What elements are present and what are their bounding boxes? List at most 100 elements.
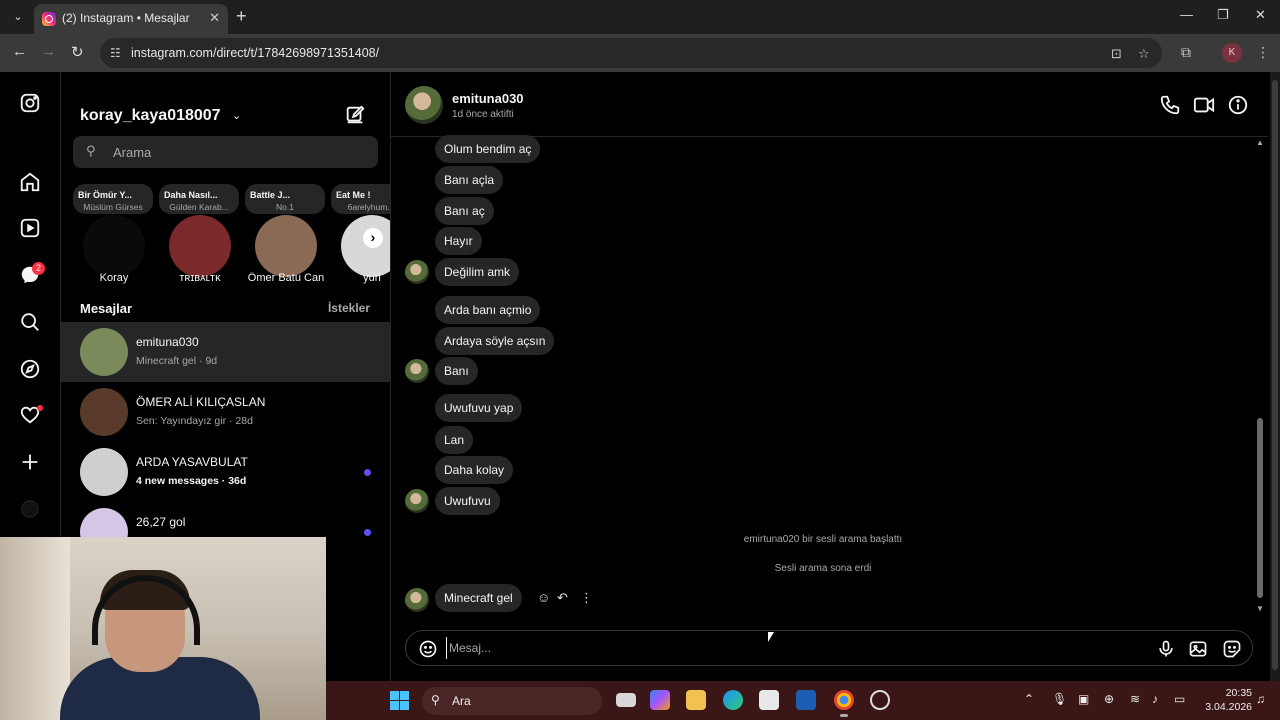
more-options-icon[interactable]: ⋮ — [580, 590, 593, 606]
explore-compass-icon[interactable] — [19, 358, 41, 380]
mic-tray-icon[interactable]: 🎙︎ — [1052, 692, 1067, 706]
note-artist: Gülden Karab... — [169, 202, 229, 212]
message-bubble[interactable]: Lan — [435, 426, 474, 454]
tray-chevron-icon[interactable]: ⌃ — [1024, 692, 1034, 706]
message-avatar[interactable] — [405, 359, 429, 383]
requests-link[interactable]: İstekler — [328, 301, 370, 315]
chevron-right-icon[interactable]: › — [363, 228, 383, 248]
search-icon[interactable] — [19, 311, 41, 333]
sticker-icon[interactable] — [1222, 639, 1242, 659]
conversation-item[interactable]: ÖMER ALİ KILIÇASLAN Sen: Yayındayız gir ·… — [61, 382, 390, 442]
volume-icon[interactable]: ♪ — [1152, 692, 1158, 706]
address-bar[interactable]: ☷ instagram.com/direct/t/178426989713514… — [100, 38, 1162, 68]
conversation-avatar[interactable] — [80, 448, 128, 496]
obs-icon[interactable] — [870, 690, 890, 710]
minimize-icon[interactable]: — — [1180, 7, 1193, 22]
scroll-up-icon[interactable]: ▲ — [1255, 138, 1265, 147]
message-bubble[interactable]: Ardaya söyle açsın — [435, 327, 555, 355]
voice-call-icon[interactable] — [1159, 94, 1181, 116]
message-avatar[interactable] — [405, 588, 429, 612]
instagram-logo-icon[interactable] — [19, 92, 41, 114]
message-bubble[interactable]: Uwufuvu yap — [435, 394, 523, 422]
reels-icon[interactable] — [19, 217, 41, 239]
search-input[interactable]: ⚲ Arama — [73, 136, 378, 168]
defender-icon[interactable] — [796, 690, 816, 710]
menu-kebab-icon[interactable]: ⋮ — [1256, 44, 1270, 61]
taskbar-clock[interactable]: 20:35 3.04.2026 — [1202, 686, 1252, 714]
display-tray-icon[interactable]: ▣ — [1078, 692, 1089, 706]
message-input[interactable] — [446, 637, 1126, 659]
emoji-icon[interactable] — [418, 639, 438, 659]
account-name[interactable]: koray_kaya018007 — [80, 107, 221, 125]
scroll-down-icon[interactable]: ▼ — [1255, 604, 1265, 613]
reply-icon[interactable]: ↶ — [557, 590, 568, 606]
microphone-icon[interactable] — [1156, 639, 1176, 659]
task-view-icon[interactable] — [616, 693, 636, 707]
message-bubble-last[interactable]: Minecraft gel — [435, 584, 522, 612]
message-bubble[interactable]: Banı — [435, 357, 478, 385]
bookmark-star-icon[interactable]: ☆ — [1138, 46, 1150, 62]
message-bubble[interactable]: Uwufuvu — [435, 487, 500, 515]
react-emoji-icon[interactable]: ☺ — [537, 590, 550, 605]
conversation-avatar[interactable] — [80, 328, 128, 376]
install-app-icon[interactable]: ⊡ — [1111, 46, 1122, 62]
close-window-icon[interactable]: ✕ — [1255, 7, 1266, 23]
language-tray-icon[interactable]: ⊕ — [1104, 692, 1114, 706]
conversation-item[interactable]: emituna030 Minecraft gel · 9d — [61, 322, 390, 382]
message-bubble[interactable]: Hayır — [435, 227, 482, 255]
new-tab-icon[interactable]: + — [236, 6, 247, 27]
maximize-icon[interactable]: ❐ — [1217, 7, 1229, 23]
message-bubble[interactable]: Olum bendim aç — [435, 135, 541, 163]
conversation-avatar[interactable] — [80, 388, 128, 436]
thread-scrollbar[interactable]: ▲ ▼ — [1255, 136, 1265, 614]
contact-avatar[interactable] — [405, 86, 443, 124]
message-avatar[interactable] — [405, 489, 429, 513]
chat-panel: emituna030 1d önce aktifti Olum bendim a… — [391, 72, 1280, 681]
create-plus-icon[interactable] — [19, 451, 41, 473]
message-bubble[interactable]: Banı açla — [435, 166, 504, 194]
conversation-item[interactable]: ARDA YASAVBULAT 4 new messages · 36d — [61, 442, 390, 502]
tab-list-chevron-icon[interactable]: ⌄ — [8, 7, 28, 27]
extensions-icon[interactable]: ⧉ — [1181, 44, 1191, 61]
copilot-icon[interactable] — [650, 690, 670, 710]
message-bubble[interactable]: Banı aç — [435, 197, 494, 225]
message-bubble[interactable]: Değilim amk — [435, 258, 520, 286]
wifi-icon[interactable]: ≋ — [1130, 692, 1140, 706]
reload-icon[interactable]: ↻ — [71, 43, 84, 61]
edge-icon[interactable] — [723, 690, 743, 710]
note-bubble[interactable]: Battle J... No.1 — [245, 184, 325, 214]
store-icon[interactable] — [759, 690, 779, 710]
message-avatar[interactable] — [405, 260, 429, 284]
chevron-down-icon[interactable]: ⌄ — [232, 109, 241, 122]
close-tab-icon[interactable]: ✕ — [209, 10, 220, 26]
new-message-icon[interactable] — [344, 104, 366, 126]
profile-avatar-icon[interactable] — [19, 498, 41, 520]
note-avatar[interactable] — [169, 215, 231, 277]
battery-icon[interactable]: ▭ — [1174, 692, 1185, 706]
forward-icon[interactable]: → — [41, 43, 56, 60]
note-bubble[interactable]: Daha Nasıl... Gülden Karab... — [159, 184, 239, 214]
page-scrollbar-thumb[interactable] — [1272, 80, 1278, 670]
message-bubble[interactable]: Arda banı açmio — [435, 296, 541, 324]
contact-name[interactable]: emituna030 — [452, 91, 524, 106]
message-bubble[interactable]: Daha kolay — [435, 456, 514, 484]
site-info-icon[interactable]: ☷ — [110, 46, 121, 60]
note-bubble[interactable]: Eat Me ! 6arelyhum... — [331, 184, 390, 214]
chrome-icon[interactable] — [834, 690, 854, 717]
windows-start-icon[interactable] — [390, 691, 409, 710]
taskbar-search[interactable]: ⚲ Ara — [422, 687, 602, 715]
browser-tab[interactable]: (2) Instagram • Mesajlar ✕ — [34, 4, 228, 34]
file-explorer-icon[interactable] — [686, 690, 706, 710]
profile-avatar[interactable]: K — [1222, 43, 1242, 63]
note-avatar[interactable] — [83, 215, 145, 277]
notification-bell-icon[interactable]: ♫ — [1256, 692, 1265, 706]
note-bubble[interactable]: Bir Ömür Y... Müslüm Gürses — [73, 184, 153, 214]
info-icon[interactable] — [1227, 94, 1249, 116]
note-avatar[interactable] — [255, 215, 317, 277]
back-icon[interactable]: ← — [12, 43, 27, 60]
home-icon[interactable] — [19, 171, 41, 193]
image-icon[interactable] — [1188, 639, 1208, 659]
page-scrollbar[interactable] — [1270, 72, 1280, 681]
thread-scrollbar-thumb[interactable] — [1257, 418, 1263, 598]
video-call-icon[interactable] — [1193, 94, 1215, 116]
